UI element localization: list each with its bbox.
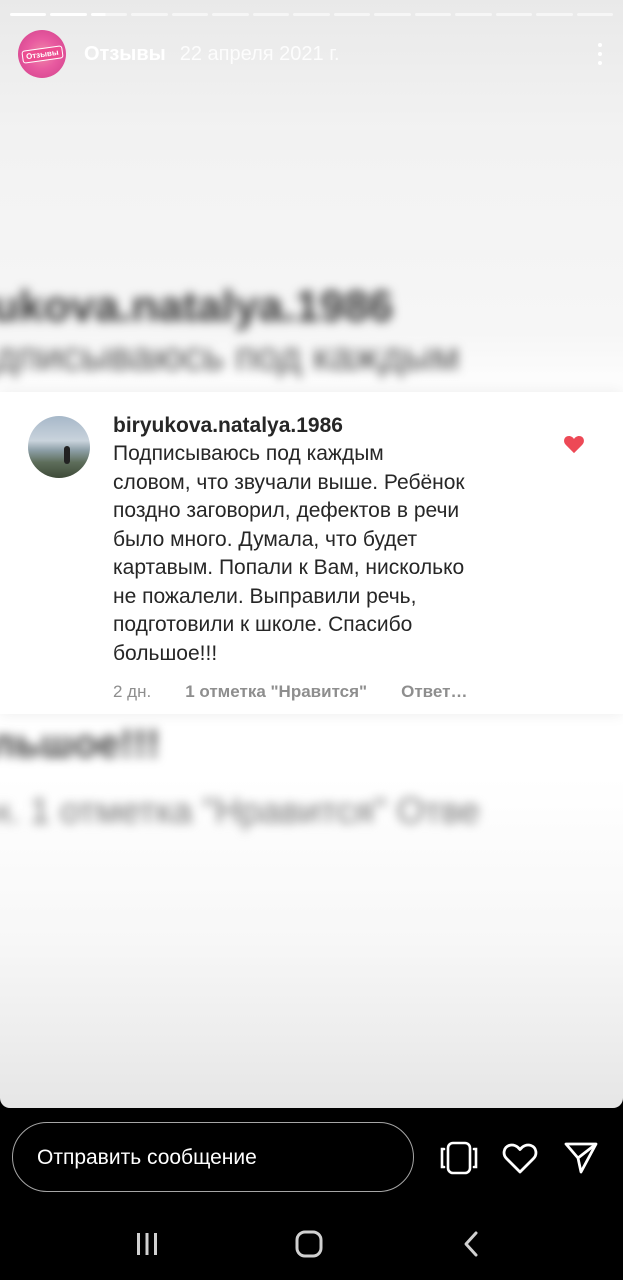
more-icon[interactable] xyxy=(595,43,605,65)
blurred-background-text-end: льшое!!! xyxy=(0,722,160,766)
comment-username: biryukova.natalya.1986 xyxy=(113,414,343,437)
progress-segment xyxy=(131,13,168,16)
progress-segment xyxy=(50,13,87,16)
blurred-background-meta: н. 1 отметка "Нравится" Отве xyxy=(0,790,480,831)
progress-segment xyxy=(536,13,573,16)
comment-time: 2 дн. xyxy=(113,682,152,701)
story-content[interactable]: Отзывы Отзывы 22 апреля 2021 г. ukova.na… xyxy=(0,0,623,1108)
progress-segment xyxy=(171,13,209,16)
progress-segment xyxy=(414,13,452,16)
story-date: 22 апреля 2021 г. xyxy=(179,42,340,65)
comment-meta: 2 дн. 1 отметка "Нравится" Ответ… xyxy=(113,682,543,702)
blurred-background-text: дписываюсь под каждым xyxy=(0,335,460,379)
sticker-icon[interactable] xyxy=(439,1138,479,1178)
back-icon[interactable] xyxy=(451,1228,491,1260)
progress-segment xyxy=(10,13,47,16)
story-progress-bar xyxy=(10,13,614,16)
heart-icon[interactable] xyxy=(500,1138,540,1178)
commenter-avatar xyxy=(28,416,90,478)
progress-segment xyxy=(293,13,330,16)
progress-segment xyxy=(90,13,128,16)
progress-segment xyxy=(333,13,371,16)
comment-screenshot-card: biryukova.natalya.1986 Подписываюсь под … xyxy=(0,392,623,714)
comment-text: Подписываюсь под каждым словом, что звуч… xyxy=(113,442,465,665)
reply-bar: Отправить сообщение xyxy=(0,1108,623,1208)
comment-likes: 1 отметка "Нравится" xyxy=(185,682,368,701)
progress-segment xyxy=(495,13,533,16)
system-navigation-bar xyxy=(0,1208,623,1280)
send-message-input[interactable]: Отправить сообщение xyxy=(12,1122,414,1192)
account-avatar[interactable]: Отзывы xyxy=(18,30,66,78)
story-header: Отзывы Отзывы 22 апреля 2021 г. xyxy=(18,30,605,78)
progress-segment xyxy=(212,13,249,16)
blurred-background-username: ukova.natalya.1986 xyxy=(0,282,394,331)
comment-reply: Ответ… xyxy=(401,682,468,701)
comment-body: biryukova.natalya.1986 Подписываюсь под … xyxy=(113,412,543,702)
send-icon[interactable] xyxy=(561,1138,601,1178)
recent-apps-icon[interactable] xyxy=(127,1228,167,1260)
progress-segment xyxy=(455,13,492,16)
progress-segment xyxy=(374,13,411,16)
home-icon[interactable] xyxy=(289,1228,329,1260)
progress-segment xyxy=(576,13,614,16)
liked-heart-icon xyxy=(564,435,584,454)
progress-segment xyxy=(252,13,290,16)
account-name[interactable]: Отзывы xyxy=(84,43,166,66)
avatar-badge-text: Отзывы xyxy=(20,44,64,64)
